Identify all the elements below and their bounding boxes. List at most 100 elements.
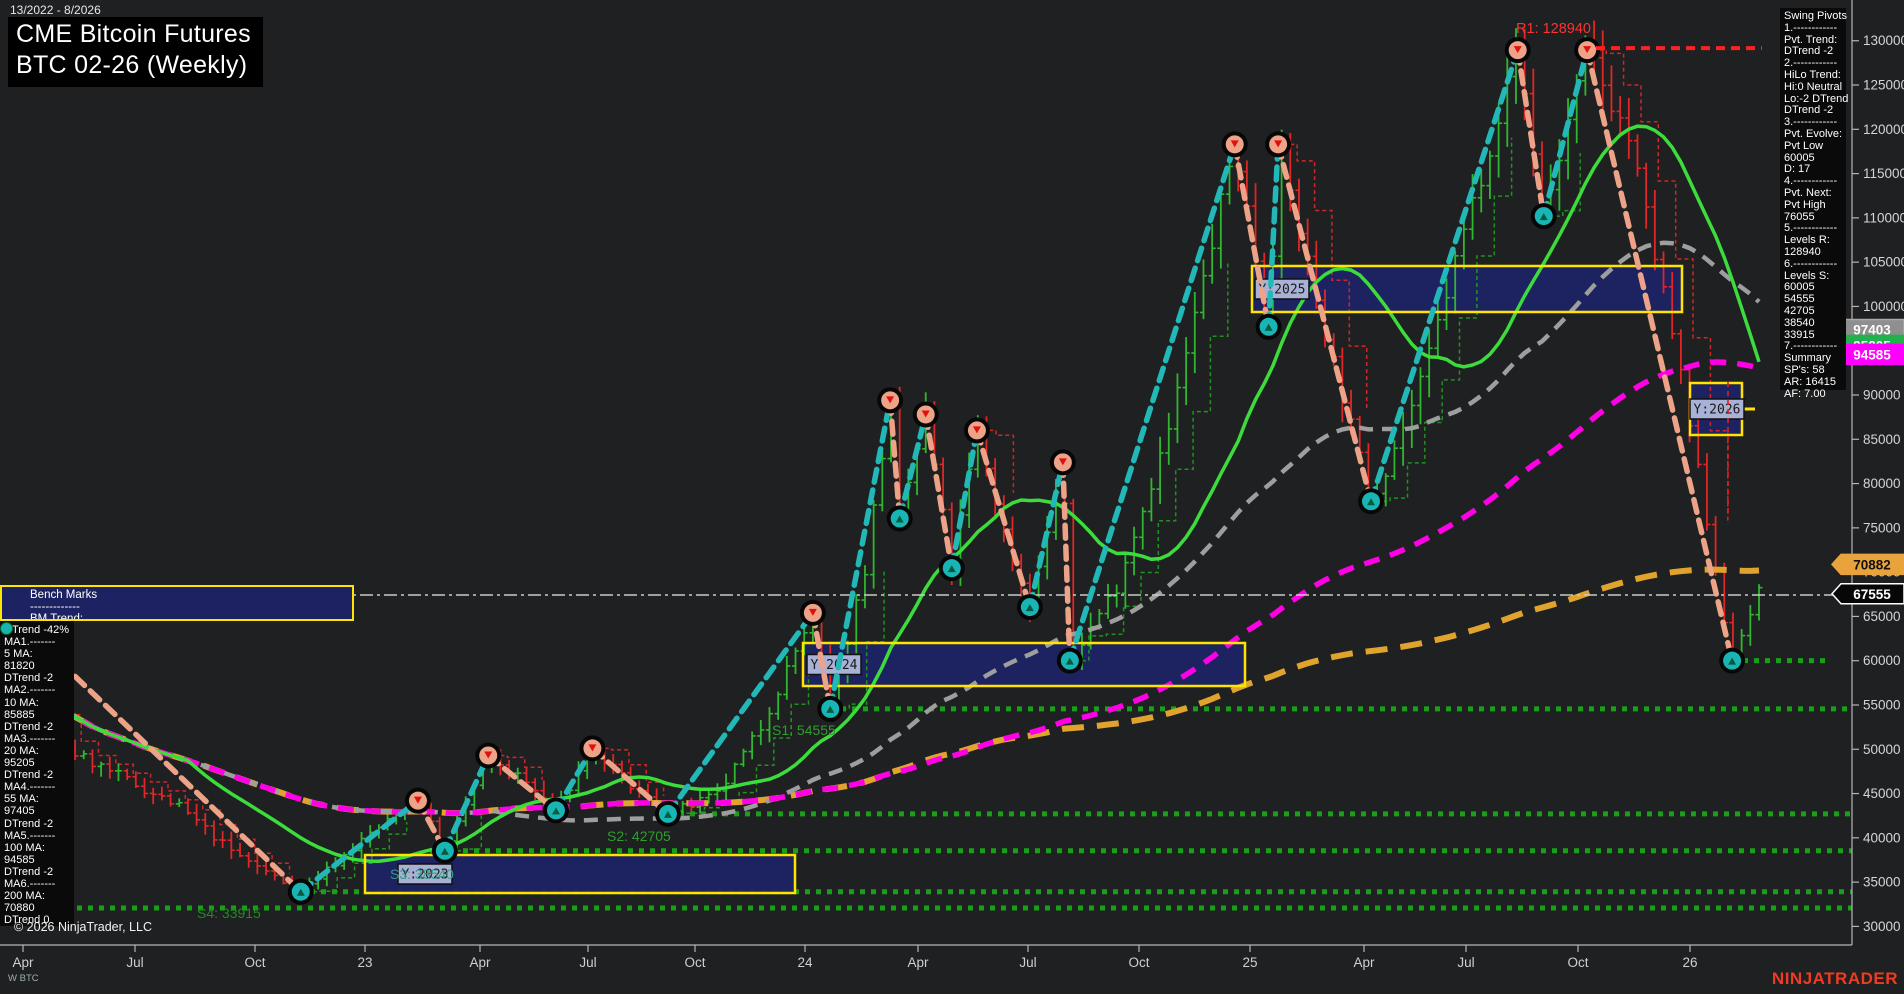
price-axis-label: 130000	[1863, 33, 1904, 48]
swing-panel-line: AF: 7.00	[1784, 387, 1826, 400]
swing-high-marker	[404, 787, 431, 814]
resistance-label: R1: 128940	[1516, 21, 1591, 37]
instrument-tag: W BTC	[8, 973, 39, 984]
price-axis-label: 115000	[1863, 166, 1904, 181]
swing-low-marker	[542, 797, 569, 824]
bench-panel-line: 200 MA:	[4, 890, 45, 903]
bench-panel-line: DTrend -2	[4, 817, 54, 830]
bench-panel-line: DTrend -2	[4, 769, 54, 782]
time-axis-label: Jul	[126, 955, 143, 970]
price-axis-label: 55000	[1863, 697, 1901, 712]
swing-panel-line: Pvt High	[1784, 198, 1826, 211]
support-label: S3: 38540	[390, 866, 454, 882]
swing-zigzag	[41, 47, 1735, 895]
bench-panel-line: 70880	[4, 902, 35, 915]
price-chart-canvas[interactable]: Y:2023Y:2024Y:2025Y:2026S1: 54555S2: 427…	[0, 0, 1904, 994]
copyright-text: © 2026 NinjaTrader, LLC	[14, 920, 152, 934]
price-axis-label: 120000	[1863, 122, 1904, 137]
year-box-2024	[803, 643, 1245, 686]
swing-high-marker	[963, 417, 990, 444]
price-axis-label: 45000	[1863, 786, 1901, 801]
year-box-label: Y:2026	[1689, 398, 1745, 420]
swing-panel-line: Pvt Low	[1784, 139, 1824, 152]
bench-panel-line: DTrend -2	[4, 672, 54, 685]
price-axis[interactable]: 30000 35000 40000 45000 50000 55000 60000 65000…	[0, 0, 1904, 946]
bench-panel-line: 10 MA:	[4, 696, 39, 709]
time-axis-label: Apr	[907, 955, 929, 970]
swing-panel-line: AR: 16415	[1784, 375, 1836, 388]
price-tag-70882: 70882	[1830, 553, 1904, 576]
swing-high-marker	[1265, 131, 1292, 158]
ma-55-line	[21, 240, 1761, 823]
pivot-markers	[287, 37, 1746, 905]
svg-text:Y:2025: Y:2025	[1259, 283, 1306, 298]
price-axis-label: 50000	[1863, 742, 1901, 757]
swing-low-marker	[431, 837, 458, 864]
swing-high-marker	[1221, 131, 1248, 158]
support-label: S2: 42705	[607, 828, 671, 844]
price-axis-label: 65000	[1863, 609, 1901, 624]
bench-marks-separator: -------------	[30, 601, 80, 613]
time-axis[interactable]: Apr Jul Oct 23 Apr Jul Oct 24 Apr Jul Oct 25 Apr Jul O…	[12, 945, 1698, 970]
swing-low-marker	[1056, 647, 1083, 674]
bench-panel-line: 20 MA:	[4, 744, 39, 757]
price-axis-label: 100000	[1863, 299, 1904, 314]
price-axis-label: 105000	[1863, 255, 1904, 270]
svg-text:Y:2024: Y:2024	[811, 658, 858, 673]
swing-high-marker	[877, 387, 904, 414]
swing-panel-line: SP's: 58	[1784, 363, 1825, 376]
swing-panel-line: 6.------------	[1784, 257, 1838, 270]
year-range-boxes	[365, 266, 1742, 893]
bench-panel-line: 85885	[4, 708, 35, 721]
bench-marks-panel: DTrend -42% MA1.------- 5 MA: 81820 DTrend -…	[0, 621, 74, 926]
price-axis-label: 110000	[1863, 210, 1904, 225]
bench-panel-line: MA3.-------	[4, 732, 56, 745]
time-axis-label: Jul	[1457, 955, 1474, 970]
price-axis-label: 90000	[1863, 388, 1901, 403]
time-axis-label: 26	[1682, 955, 1697, 970]
swing-low-marker	[1016, 594, 1043, 621]
bench-panel-line: MA2.-------	[4, 684, 56, 697]
swing-high-marker	[799, 599, 826, 626]
chart-title-line2: BTC 02-26 (Weekly)	[16, 51, 248, 79]
swing-pivots-panel: Swing Pivots 1.------------ Pvt. Trend: DTr…	[1780, 8, 1848, 399]
price-axis-label: 40000	[1863, 830, 1901, 845]
time-axis-label: Apr	[469, 955, 491, 970]
swing-panel-line: 1.------------	[1784, 21, 1838, 34]
swing-high-marker	[912, 401, 939, 428]
swing-low-marker	[1358, 488, 1385, 515]
price-axis-label: 75000	[1863, 520, 1901, 535]
time-axis-label: 25	[1242, 955, 1257, 970]
swing-panel-line: 42705	[1784, 304, 1815, 317]
bench-panel-line: DTrend -42%	[4, 624, 70, 636]
svg-text:94585: 94585	[1853, 347, 1891, 362]
swing-panel-line: 38540	[1784, 316, 1815, 329]
candlestick-bars	[19, 20, 1763, 899]
bench-panel-line: 95205	[4, 757, 35, 770]
bench-panel-line: MA1.-------	[4, 636, 56, 649]
swing-high-marker	[475, 742, 502, 769]
price-tag-67555: 67555	[1830, 583, 1904, 605]
time-axis-label: Oct	[1128, 955, 1149, 970]
bench-panel-line: 81820	[4, 660, 35, 673]
bench-panel-line: DTrend -2	[4, 865, 54, 878]
swing-low-marker	[1719, 647, 1746, 674]
swing-high-marker	[579, 735, 606, 762]
chart-title-line1: CME Bitcoin Futures	[16, 20, 251, 48]
time-axis-label: Jul	[579, 955, 596, 970]
svg-text:70882: 70882	[1853, 557, 1891, 572]
bench-panel-line: 97405	[4, 805, 35, 818]
swing-low-marker	[654, 800, 681, 827]
bench-marks-title: Bench Marks	[30, 589, 98, 601]
ninjatrader-chart-window: { "header": { "date_range": "13/2022 - 8…	[0, 0, 1904, 994]
year-box-borders: Y:2023Y:2024Y:2025Y:2026	[363, 264, 1755, 895]
bench-panel-line: MA6.-------	[4, 877, 56, 890]
swing-low-marker	[817, 695, 844, 722]
price-axis-label: 85000	[1863, 432, 1901, 447]
time-axis-label: 24	[797, 955, 813, 970]
time-axis-label: Jul	[1019, 955, 1036, 970]
ma-20-line	[21, 124, 1761, 863]
swing-high-marker	[1504, 37, 1531, 64]
time-axis-label: Oct	[1567, 955, 1588, 970]
svg-text:67555: 67555	[1853, 587, 1891, 602]
